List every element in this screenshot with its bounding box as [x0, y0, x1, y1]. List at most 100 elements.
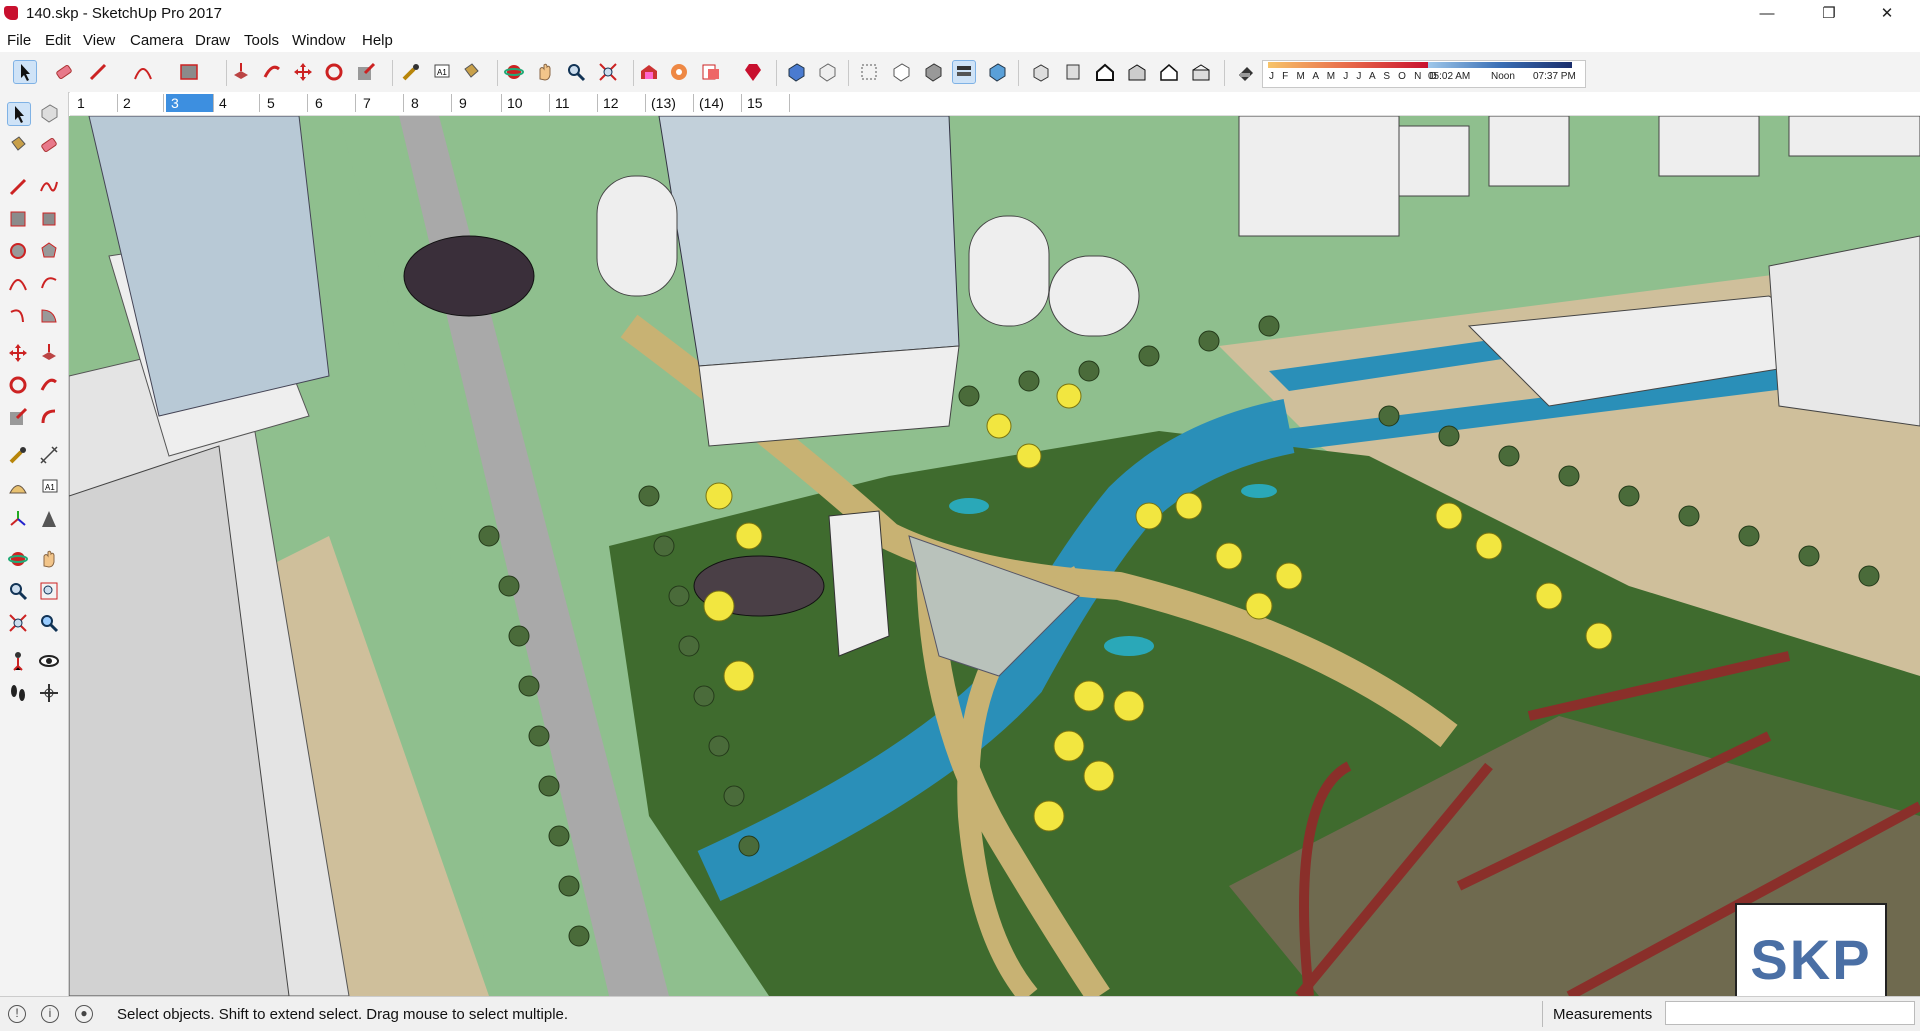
protractor-icon[interactable] — [7, 476, 29, 498]
minimize-icon[interactable]: — — [1744, 0, 1790, 28]
menu-file[interactable]: File — [7, 32, 31, 49]
month-slider[interactable] — [1268, 62, 1428, 68]
orbit-icon[interactable] — [503, 61, 525, 83]
dimension-icon[interactable] — [38, 444, 60, 466]
right-view-icon[interactable] — [1126, 61, 1148, 83]
menu-window[interactable]: Window — [292, 32, 345, 49]
scene-tab-13[interactable]: (13) — [646, 94, 694, 112]
wireframe-icon[interactable] — [922, 61, 944, 83]
back-edges-icon[interactable] — [890, 61, 912, 83]
back-view-icon[interactable] — [1158, 61, 1180, 83]
iso-view-icon[interactable] — [1030, 61, 1052, 83]
pie-icon[interactable] — [38, 304, 60, 326]
scene-tab-3[interactable]: 3 — [166, 94, 214, 112]
eraser-icon[interactable] — [38, 134, 60, 156]
menu-camera[interactable]: Camera — [130, 32, 183, 49]
scene-tab-10[interactable]: 10 — [502, 94, 550, 112]
previous-view-icon[interactable] — [38, 612, 60, 634]
menu-view[interactable]: View — [83, 32, 115, 49]
measurements-input[interactable] — [1665, 1001, 1915, 1025]
tape-measure-icon[interactable] — [400, 61, 422, 83]
shadows-toggle-icon[interactable] — [1235, 61, 1257, 83]
hidden-line-icon[interactable] — [952, 60, 976, 84]
ruby-icon[interactable] — [742, 61, 764, 83]
offset-icon[interactable] — [38, 406, 60, 428]
rectangle-icon[interactable] — [7, 208, 29, 230]
line-icon[interactable] — [7, 176, 29, 198]
three-point-arc-icon[interactable] — [7, 304, 29, 326]
menu-edit[interactable]: Edit — [45, 32, 71, 49]
left-view-icon[interactable] — [1190, 61, 1212, 83]
time-slider[interactable] — [1428, 62, 1572, 68]
zoom-icon[interactable] — [565, 61, 587, 83]
shaded-icon[interactable] — [986, 61, 1008, 83]
close-icon[interactable]: ✕ — [1864, 0, 1910, 28]
arc-icon[interactable] — [132, 61, 154, 83]
user-icon[interactable]: ● — [75, 1005, 93, 1023]
zoom-extents-icon[interactable] — [7, 612, 29, 634]
scene-tab-15[interactable]: 15 — [742, 94, 790, 112]
look-around-icon[interactable] — [38, 650, 60, 672]
restore-icon[interactable]: ❐ — [1806, 0, 1852, 28]
top-view-icon[interactable] — [1062, 61, 1084, 83]
select-icon[interactable] — [7, 102, 31, 126]
xray-icon[interactable] — [858, 61, 880, 83]
section-display-icon[interactable] — [816, 61, 838, 83]
zoom-icon[interactable] — [7, 580, 29, 602]
scene-tab-1[interactable]: 1 — [72, 94, 118, 112]
front-view-icon[interactable] — [1094, 61, 1116, 83]
menu-draw[interactable]: Draw — [195, 32, 230, 49]
tape-measure-icon[interactable] — [7, 444, 29, 466]
text-icon[interactable]: A1 — [430, 61, 452, 83]
geolocation-icon[interactable]: ! — [8, 1005, 26, 1023]
walk-icon[interactable] — [7, 682, 29, 704]
follow-me-icon[interactable] — [261, 61, 283, 83]
move-icon[interactable] — [7, 342, 29, 364]
info-icon[interactable]: i — [41, 1005, 59, 1023]
scene-tab-14[interactable]: (14) — [694, 94, 742, 112]
polygon-icon[interactable] — [38, 240, 60, 262]
select-icon[interactable] — [13, 60, 37, 84]
push-pull-icon[interactable] — [230, 61, 252, 83]
scene-tab-9[interactable]: 9 — [454, 94, 502, 112]
position-camera-icon[interactable] — [7, 650, 29, 672]
zoom-window-icon[interactable] — [38, 580, 60, 602]
axes-icon[interactable] — [7, 508, 29, 530]
model-viewport[interactable] — [69, 116, 1920, 996]
arc-icon[interactable] — [7, 272, 29, 294]
freehand-icon[interactable] — [38, 176, 60, 198]
circle-icon[interactable] — [7, 240, 29, 262]
component-icon[interactable] — [38, 102, 60, 124]
scene-tab-6[interactable]: 6 — [310, 94, 356, 112]
scene-tab-4[interactable]: 4 — [214, 94, 260, 112]
menu-help[interactable]: Help — [362, 32, 393, 49]
scene-tab-12[interactable]: 12 — [598, 94, 646, 112]
section-plane-icon[interactable] — [38, 682, 60, 704]
move-icon[interactable] — [292, 61, 314, 83]
rotate-icon[interactable] — [7, 374, 29, 396]
scene-tab-7[interactable]: 7 — [358, 94, 404, 112]
scene-tab-5[interactable]: 5 — [262, 94, 308, 112]
rotate-icon[interactable] — [323, 61, 345, 83]
text-icon[interactable]: A1 — [38, 476, 60, 498]
scale-icon[interactable] — [355, 61, 377, 83]
push-pull-icon[interactable] — [38, 342, 60, 364]
scene-tab-2[interactable]: 2 — [118, 94, 164, 112]
rectangle-icon[interactable] — [178, 61, 200, 83]
eraser-icon[interactable] — [53, 61, 75, 83]
section-plane-icon[interactable] — [785, 61, 807, 83]
scene-tab-11[interactable]: 11 — [550, 94, 598, 112]
3d-text-icon[interactable] — [38, 508, 60, 530]
paint-bucket-icon[interactable] — [460, 61, 482, 83]
scene-tab-8[interactable]: 8 — [406, 94, 452, 112]
pan-icon[interactable] — [38, 548, 60, 570]
layout-icon[interactable] — [700, 61, 722, 83]
menu-tools[interactable]: Tools — [244, 32, 279, 49]
orbit-icon[interactable] — [7, 548, 29, 570]
follow-me-icon[interactable] — [38, 374, 60, 396]
two-point-arc-icon[interactable] — [38, 272, 60, 294]
pan-icon[interactable] — [534, 61, 556, 83]
paint-bucket-icon[interactable] — [7, 134, 29, 156]
scale-icon[interactable] — [7, 406, 29, 428]
extension-warehouse-icon[interactable] — [668, 61, 690, 83]
